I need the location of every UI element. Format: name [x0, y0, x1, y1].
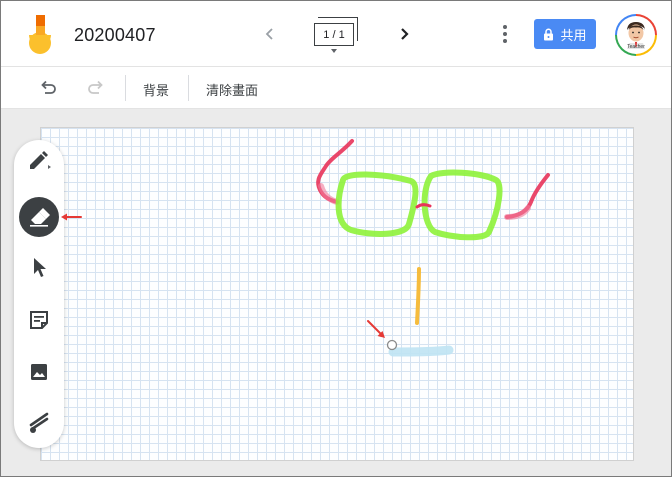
frame-bar-toggle[interactable]: 1 / 1	[312, 17, 362, 55]
redo-button[interactable]	[85, 77, 107, 99]
laser-icon	[29, 412, 49, 433]
top-bar: 20200407 1 / 1 共用 Teacher	[1, 1, 671, 67]
drawing-canvas[interactable]	[40, 127, 634, 461]
laser-tool[interactable]	[19, 403, 59, 443]
tool-rail	[14, 140, 64, 448]
eraser-icon	[30, 208, 50, 227]
share-label: 共用	[560, 27, 587, 43]
chevron-right-icon	[401, 28, 409, 40]
redo-icon	[88, 80, 103, 94]
canvas-drawing	[316, 139, 550, 357]
lock-icon	[544, 28, 554, 40]
eraser-tool[interactable]	[19, 197, 59, 237]
undo-button[interactable]	[37, 77, 59, 99]
more-vert-icon	[503, 25, 507, 29]
cursor-arrow-icon	[34, 258, 46, 277]
jamboard-logo	[29, 15, 51, 54]
toolbar-divider	[188, 75, 189, 101]
select-tool[interactable]	[19, 247, 59, 287]
next-frame-button[interactable]	[393, 23, 415, 45]
frame-counter-label: 1 / 1	[314, 23, 354, 46]
clear-frame-button[interactable]: 清除畫面	[206, 80, 258, 99]
share-button[interactable]: 共用	[534, 19, 596, 49]
sticky-note-icon	[30, 311, 48, 329]
toolbar-divider	[125, 75, 126, 101]
image-icon	[31, 364, 47, 380]
undo-icon	[41, 80, 56, 94]
mouth-stroke	[388, 345, 454, 357]
glasses-right-arm-shadow	[504, 205, 531, 220]
file-title[interactable]: 20200407	[74, 25, 156, 46]
sticky-note-tool[interactable]	[19, 300, 59, 340]
more-options-button[interactable]	[495, 22, 515, 46]
glasses-left-lens	[335, 171, 419, 237]
pen-tool[interactable]	[19, 142, 59, 182]
avatar-caption: Teacher	[627, 44, 645, 50]
previous-frame-button[interactable]	[259, 23, 281, 45]
account-avatar[interactable]: Teacher	[615, 14, 657, 56]
workspace	[1, 109, 671, 476]
glasses-left-arm-shadow	[318, 183, 340, 205]
image-tool[interactable]	[19, 352, 59, 392]
nose-stroke	[415, 267, 421, 325]
pen-icon	[30, 151, 51, 169]
caret-down-icon	[331, 49, 337, 53]
glasses-right-lens	[421, 169, 503, 241]
background-button[interactable]: 背景	[143, 80, 169, 99]
chevron-left-icon	[265, 28, 273, 40]
action-toolbar: 背景 清除畫面	[1, 67, 671, 109]
